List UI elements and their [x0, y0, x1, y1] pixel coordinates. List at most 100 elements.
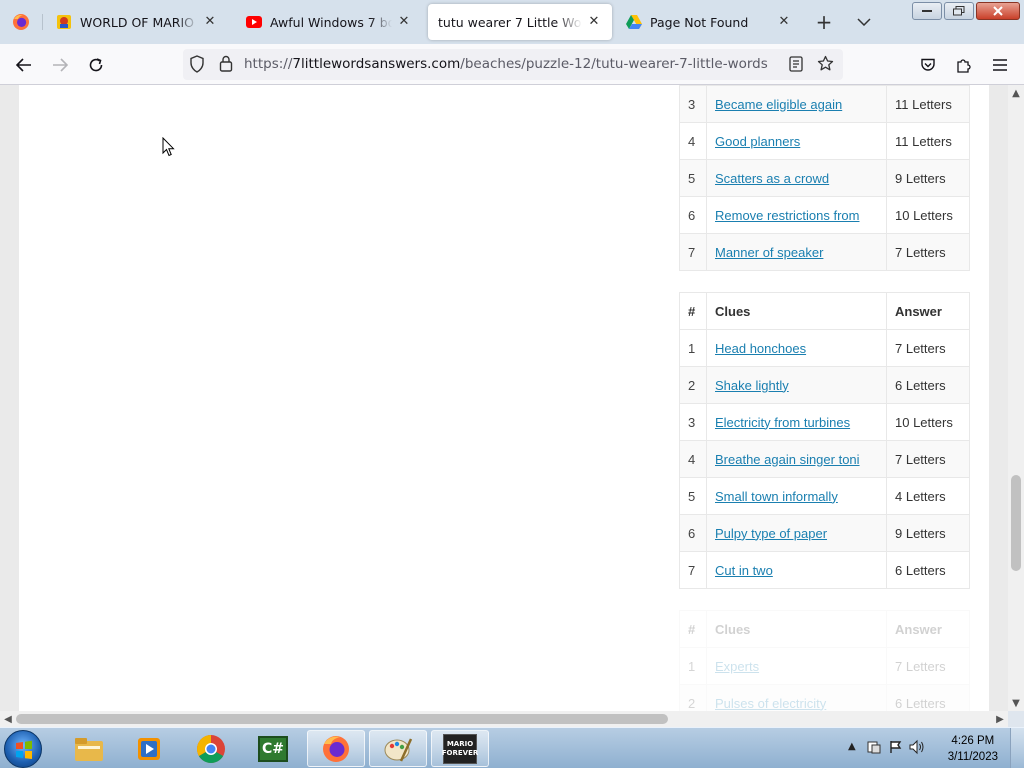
taskbar-media-player[interactable] — [120, 730, 178, 767]
taskbar-csharp[interactable]: C# — [244, 730, 302, 767]
reader-view-icon[interactable] — [789, 56, 803, 76]
show-hidden-icons-icon[interactable]: ▲ — [848, 741, 856, 752]
taskbar-mario-forever[interactable]: MARIO FOREVER — [431, 730, 489, 767]
table-row: 6 Pulpy type of paper 9 Letters — [679, 514, 970, 552]
tab-tutu-wearer[interactable]: tutu wearer 7 Little Words - 7 Little Wo… — [428, 4, 612, 40]
close-tab-icon[interactable]: ✕ — [202, 14, 218, 30]
clue-link[interactable]: Cut in two — [715, 563, 773, 578]
table-row: 3 Electricity from turbines 10 Letters — [679, 403, 970, 441]
answer-length: 6 Letters — [886, 684, 970, 711]
column-header-clues: Clues — [706, 292, 887, 330]
tab-mario-games[interactable]: WORLD OF MARIO GAMES ✕ — [46, 4, 228, 40]
tab-title: Awful Windows 7 bootlegs — [270, 14, 392, 30]
reload-button[interactable] — [83, 52, 109, 78]
google-drive-icon — [626, 14, 642, 30]
navigation-toolbar: https://7littlewordsanswers.com/beaches/… — [0, 44, 1024, 85]
url-text: https://7littlewordsanswers.com/beaches/… — [244, 56, 768, 72]
clue-cell: Scatters as a crowd — [706, 159, 887, 197]
row-number: 4 — [679, 440, 707, 478]
tab-title: WORLD OF MARIO GAMES — [80, 14, 198, 30]
clue-link[interactable]: Electricity from turbines — [715, 415, 850, 430]
close-tab-icon[interactable]: ✕ — [776, 14, 792, 30]
clues-table-3: # Clues Answer 1 Experts 7 Letters 2 Pulses of … — [679, 610, 970, 711]
scroll-right-arrow-icon[interactable]: ▶ — [992, 711, 1008, 727]
clue-link[interactable]: Good planners — [715, 134, 800, 149]
table-row: 1 Experts 7 Letters — [679, 647, 970, 685]
start-button[interactable] — [4, 730, 42, 768]
clue-link[interactable]: Head honchoes — [715, 341, 806, 356]
address-bar[interactable]: https://7littlewordsanswers.com/beaches/… — [183, 49, 843, 80]
volume-icon[interactable] — [908, 739, 926, 759]
clue-link[interactable]: Breathe again singer toni — [715, 452, 860, 467]
minimize-button[interactable] — [912, 2, 942, 20]
clue-cell: Remove restrictions from — [706, 196, 887, 234]
extensions-button[interactable] — [951, 52, 977, 78]
clue-link[interactable]: Scatters as a crowd — [715, 171, 829, 186]
answer-length: 6 Letters — [886, 366, 970, 404]
restore-button[interactable] — [944, 2, 974, 20]
clue-link[interactable]: Became eligible again — [715, 97, 842, 112]
close-tab-icon[interactable]: ✕ — [396, 14, 412, 30]
clue-link[interactable]: Shake lightly — [715, 378, 789, 393]
back-arrow-icon — [16, 58, 31, 72]
clue-link[interactable]: Small town informally — [715, 489, 838, 504]
show-desktop-button[interactable] — [1010, 728, 1024, 768]
row-number: 2 — [679, 366, 707, 404]
system-tray: ▲ 4:26 PM 3/11/2023 — [844, 728, 1024, 768]
row-number: 3 — [679, 403, 707, 441]
youtube-icon — [246, 14, 262, 30]
clues-table-1: 3 Became eligible again 11 Letters 4 Good pl… — [679, 85, 970, 271]
lock-icon[interactable] — [219, 55, 233, 76]
new-tab-button[interactable]: + — [812, 10, 836, 34]
tab-windows-bootlegs[interactable]: Awful Windows 7 bootlegs ✕ — [236, 4, 422, 40]
taskbar-explorer[interactable] — [60, 730, 118, 767]
table-row: 1 Head honchoes 7 Letters — [679, 329, 970, 367]
pocket-button[interactable] — [915, 52, 941, 78]
web-content-area: 3 Became eligible again 11 Letters 4 Good pl… — [0, 85, 1008, 711]
firefox-menu-button[interactable] — [0, 0, 42, 44]
table-row: 3 Became eligible again 11 Letters — [679, 85, 970, 123]
chrome-icon — [197, 734, 225, 763]
system-clock[interactable]: 4:26 PM 3/11/2023 — [948, 733, 998, 765]
clue-link[interactable]: Pulpy type of paper — [715, 526, 827, 541]
action-center-icon[interactable] — [866, 739, 882, 759]
taskbar-chrome[interactable] — [182, 730, 240, 767]
row-number: 5 — [679, 477, 707, 515]
horizontal-scroll-thumb[interactable] — [16, 714, 668, 724]
forward-button[interactable] — [47, 52, 73, 78]
taskbar-paint[interactable] — [369, 730, 427, 767]
close-window-button[interactable] — [976, 2, 1020, 20]
forward-arrow-icon — [53, 58, 68, 72]
clue-link[interactable]: Remove restrictions from — [715, 208, 859, 223]
back-button[interactable] — [11, 52, 37, 78]
tab-page-not-found[interactable]: Page Not Found ✕ — [616, 4, 802, 40]
taskbar-firefox[interactable] — [307, 730, 365, 767]
tracking-protection-icon[interactable] — [189, 55, 205, 77]
windows-explorer-icon — [75, 737, 103, 761]
vertical-scroll-thumb[interactable] — [1011, 475, 1021, 571]
clue-link[interactable]: Manner of speaker — [715, 245, 823, 260]
clue-link[interactable]: Pulses of electricity — [715, 696, 826, 711]
bookmark-star-icon[interactable] — [817, 55, 834, 76]
table-row: 7 Manner of speaker 7 Letters — [679, 233, 970, 271]
list-all-tabs-button[interactable] — [852, 10, 876, 34]
vertical-scrollbar[interactable]: ▲ ▼ — [1008, 85, 1024, 711]
clue-cell: Breathe again singer toni — [706, 440, 887, 478]
answer-length: 10 Letters — [886, 196, 970, 234]
clue-link[interactable]: Experts — [715, 659, 759, 674]
network-icon[interactable] — [888, 739, 904, 759]
hamburger-menu-icon — [993, 59, 1007, 71]
scroll-down-arrow-icon[interactable]: ▼ — [1008, 695, 1024, 711]
answer-length: 9 Letters — [886, 159, 970, 197]
horizontal-scrollbar[interactable]: ◀ ▶ — [0, 711, 1008, 727]
row-number: 5 — [679, 159, 707, 197]
scroll-left-arrow-icon[interactable]: ◀ — [0, 711, 16, 727]
clue-cell: Manner of speaker — [706, 233, 887, 271]
app-menu-button[interactable] — [987, 52, 1013, 78]
answer-length: 11 Letters — [886, 122, 970, 160]
scroll-up-arrow-icon[interactable]: ▲ — [1008, 85, 1024, 101]
row-number: 1 — [679, 647, 707, 685]
close-tab-icon[interactable]: ✕ — [586, 14, 602, 30]
column-header-answer: Answer — [886, 292, 970, 330]
answer-length: 10 Letters — [886, 403, 970, 441]
